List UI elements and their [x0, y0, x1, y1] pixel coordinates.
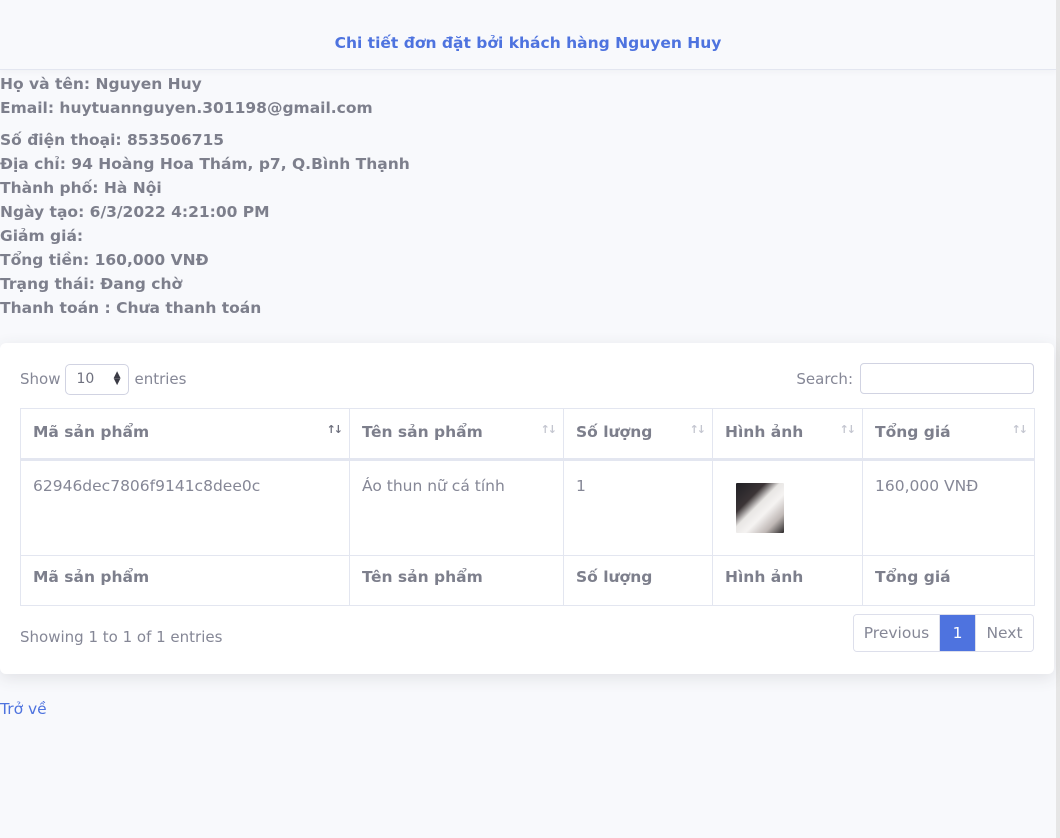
- column-header-quantity[interactable]: Số lượng ↑↓: [563, 408, 713, 461]
- page-1-button[interactable]: 1: [940, 615, 975, 651]
- customer-name: Họ và tên: Nguyen Huy: [0, 75, 202, 93]
- cell-total-price: 160,000 VNĐ: [862, 459, 1035, 556]
- table-row: 62946dec7806f9141c8dee0c Áo thun nữ cá t…: [20, 459, 1035, 556]
- show-label: Show: [20, 370, 61, 388]
- sort-arrows-icon: ↑↓: [540, 423, 558, 436]
- product-thumbnail: [736, 483, 784, 533]
- cell-quantity: 1: [563, 459, 713, 556]
- search-input[interactable]: [860, 363, 1034, 394]
- cell-image: [712, 459, 863, 556]
- customer-city: Thành phố: Hà Nội: [0, 179, 162, 197]
- column-header-product-id[interactable]: Mã sản phẩm ↑↓: [20, 408, 350, 461]
- window-scrollbar[interactable]: [1056, 0, 1060, 838]
- select-chevron-icon: ▲ ▼: [113, 370, 121, 387]
- pagination: Previous 1 Next: [853, 614, 1034, 652]
- order-discount: Giảm giá:: [0, 227, 84, 245]
- customer-email: Email: huytuannguyen.301198@gmail.com: [0, 99, 373, 117]
- next-page-button[interactable]: Next: [975, 615, 1033, 651]
- column-header-image[interactable]: Hình ảnh ↑↓: [712, 408, 863, 461]
- entries-label: entries: [134, 370, 187, 388]
- payment-status: Thanh toán : Chưa thanh toán: [0, 299, 262, 317]
- sort-arrows-icon: ↑↓: [689, 423, 707, 436]
- customer-info: Họ và tên: Nguyen Huy Email: huytuannguy…: [0, 72, 1060, 320]
- page-length-control: Show 10 ▲ ▼ entries: [20, 363, 186, 395]
- page-header: Chi tiết đơn đặt bởi khách hàng Nguyen H…: [0, 0, 1056, 70]
- footer-product-id: Mã sản phẩm: [20, 555, 350, 606]
- footer-product-name: Tên sản phẩm: [349, 555, 564, 606]
- order-created-date: Ngày tạo: 6/3/2022 4:21:00 PM: [0, 203, 270, 221]
- cell-product-id: 62946dec7806f9141c8dee0c: [20, 459, 350, 556]
- column-header-total-price[interactable]: Tổng giá ↑↓: [862, 408, 1035, 461]
- sort-arrows-icon: ↑↓: [326, 423, 344, 436]
- table-search: Search:: [796, 363, 1034, 394]
- page-length-select[interactable]: 10 ▲ ▼: [65, 363, 130, 395]
- order-status: Trạng thái: Đang chờ: [0, 275, 183, 293]
- customer-phone: Số điện thoại: 853506715: [0, 131, 225, 149]
- previous-page-button[interactable]: Previous: [854, 615, 940, 651]
- entries-info: Showing 1 to 1 of 1 entries: [20, 628, 223, 646]
- column-header-product-name[interactable]: Tên sản phẩm ↑↓: [349, 408, 564, 461]
- footer-image: Hình ảnh: [712, 555, 863, 606]
- customer-address: Địa chỉ: 94 Hoàng Hoa Thám, p7, Q.Bình T…: [0, 155, 410, 173]
- sort-arrows-icon: ↑↓: [839, 423, 857, 436]
- table-controls: Show 10 ▲ ▼ entries Search:: [20, 363, 1034, 395]
- footer-quantity: Số lượng: [563, 555, 713, 606]
- order-items-card: Show 10 ▲ ▼ entries Search: Mã sản phẩm ↑↓…: [0, 343, 1054, 674]
- order-total: Tổng tiền: 160,000 VNĐ: [0, 251, 209, 269]
- cell-product-name: Áo thun nữ cá tính: [349, 459, 564, 556]
- page-title: Chi tiết đơn đặt bởi khách hàng Nguyen H…: [334, 33, 722, 52]
- search-label: Search:: [796, 369, 853, 388]
- page-length-value: 10: [76, 371, 95, 387]
- sort-arrows-icon: ↑↓: [1011, 423, 1029, 436]
- table-footer: Showing 1 to 1 of 1 entries Previous 1 N…: [20, 614, 1034, 653]
- order-items-table: Mã sản phẩm ↑↓ Tên sản phẩm ↑↓ Số lượng ↑↓ …: [20, 408, 1035, 606]
- footer-total-price: Tổng giá: [862, 555, 1035, 606]
- back-link[interactable]: Trở về: [0, 700, 47, 718]
